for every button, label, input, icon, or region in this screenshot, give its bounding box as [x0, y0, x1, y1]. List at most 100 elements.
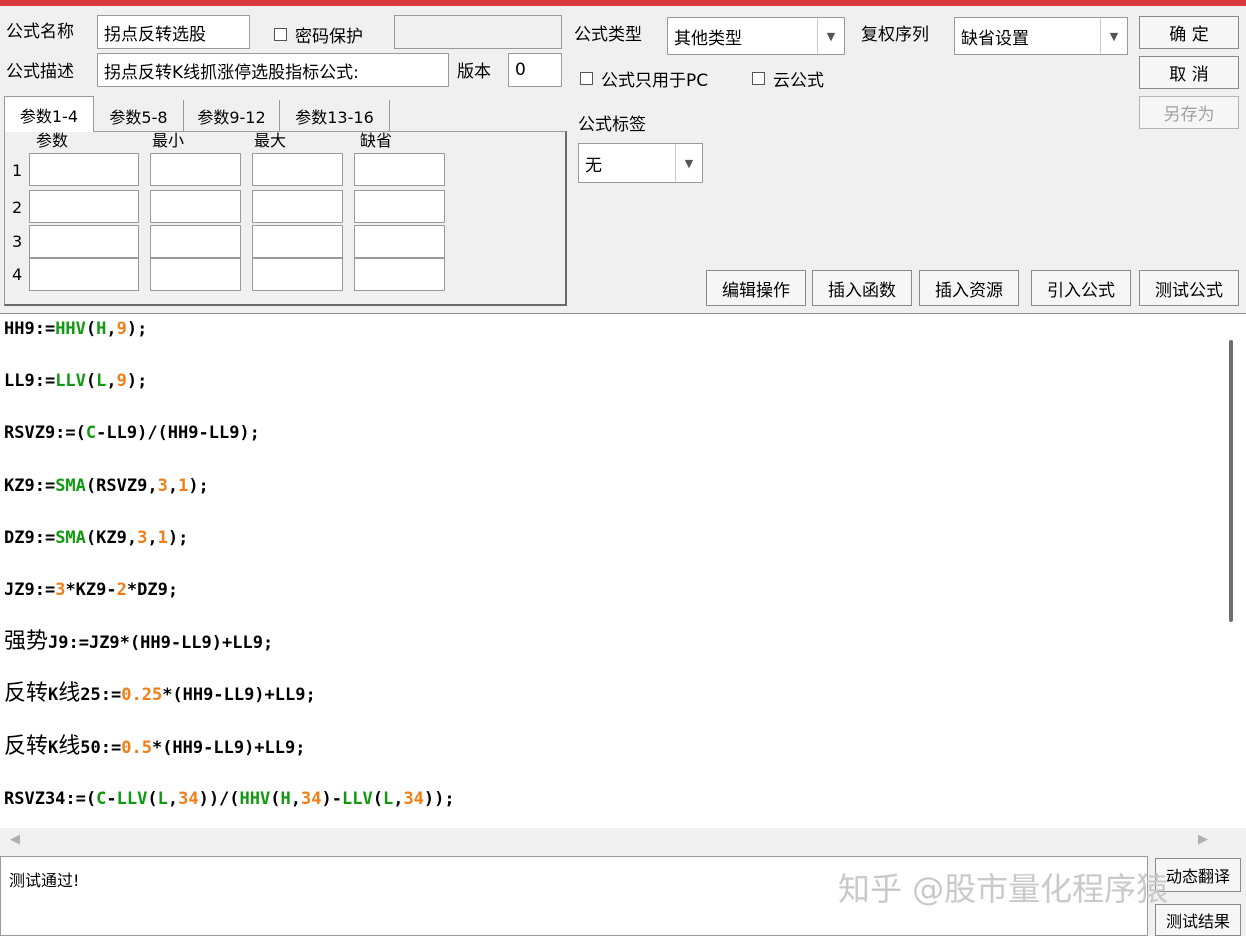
code-token: ))/(: [198, 788, 240, 809]
tab-params-5-8[interactable]: 参数5-8: [94, 100, 184, 132]
code-token: JZ9:=: [4, 580, 56, 600]
save-as-button[interactable]: 另存为: [1139, 96, 1239, 129]
param-col-name: 参数: [36, 131, 69, 150]
code-line: 强势J9:=JZ9*(HH9-LL9)+LL9;: [4, 627, 273, 657]
code-token: 1: [157, 527, 168, 548]
pc-only-checkbox[interactable]: 公式只用于PC: [580, 66, 708, 91]
code-line: JZ9:=3*KZ9-2*DZ9;: [4, 575, 178, 605]
formula-type-select[interactable]: 其他类型 ▼: [667, 17, 845, 55]
code-editor[interactable]: HH9:=HHV(H,9); LL9:=LLV(L,9); RSVZ9:=(C-LL…: [0, 313, 1246, 829]
cancel-button[interactable]: 取 消: [1139, 56, 1239, 89]
chevron-down-icon[interactable]: ▼: [817, 18, 844, 54]
tag-select[interactable]: 无 ▼: [578, 143, 703, 183]
watermark-text: 知乎 @股市量化程序猿: [838, 870, 1169, 908]
cloud-label: 云公式: [773, 71, 824, 91]
code-token: ,: [147, 527, 158, 548]
param-name-input[interactable]: [29, 225, 139, 258]
vertical-scrollbar[interactable]: [1229, 340, 1233, 622]
param-max-input[interactable]: [252, 153, 343, 186]
code-token: HHV: [55, 319, 86, 339]
code-token: 3: [157, 475, 168, 496]
version-input[interactable]: 0: [508, 53, 562, 87]
param-default-input[interactable]: [354, 258, 445, 291]
code-line: RSVZ34:=(C-LLV(L,34))/(HHV(H,34)-LLV(L,3…: [4, 784, 455, 814]
param-tabs: 参数1-4 参数5-8 参数9-12 参数13-16: [4, 96, 390, 132]
code-token: -: [106, 788, 117, 809]
code-line: LL9:=LLV(L,9);: [4, 366, 147, 396]
horizontal-scrollbar[interactable]: ◀ ▶: [0, 828, 1246, 854]
checkbox-box[interactable]: [274, 28, 287, 41]
param-min-input[interactable]: [150, 153, 241, 186]
param-col-default: 缺省: [360, 131, 393, 150]
code-token: ,: [167, 475, 179, 496]
param-default-input[interactable]: [354, 225, 445, 258]
param-max-input[interactable]: [252, 190, 343, 223]
code-token: (: [147, 788, 158, 809]
cloud-checkbox[interactable]: 云公式: [752, 66, 824, 91]
test-status-text: 测试通过!: [9, 871, 80, 890]
code-token: HHV: [239, 788, 271, 809]
formula-desc-label: 公式描述: [6, 62, 74, 82]
code-token: );: [167, 527, 189, 548]
edit-op-button[interactable]: 编辑操作: [706, 270, 806, 306]
code-token: );: [126, 371, 148, 392]
rights-select[interactable]: 缺省设置 ▼: [954, 17, 1128, 55]
code-token: J9:=JZ9*(HH9-LL9)+LL9;: [48, 633, 274, 654]
chevron-down-icon[interactable]: ▼: [675, 144, 702, 182]
code-token: (KZ9,: [85, 527, 138, 548]
param-name-input[interactable]: [29, 153, 139, 186]
code-token: (: [85, 319, 97, 339]
code-token: -LL9)/(HH9-LL9);: [96, 423, 260, 444]
param-min-input[interactable]: [150, 258, 241, 291]
password-input[interactable]: [394, 15, 562, 49]
param-max-input[interactable]: [252, 225, 343, 258]
scroll-right-icon[interactable]: ▶: [1198, 832, 1208, 847]
scroll-left-icon[interactable]: ◀: [10, 832, 20, 847]
ok-button[interactable]: 确 定: [1139, 16, 1239, 49]
code-token: (: [85, 371, 97, 392]
test-formula-button[interactable]: 测试公式: [1139, 270, 1239, 306]
formula-type-value: 其他类型: [674, 28, 742, 49]
password-checkbox[interactable]: 密码保护: [274, 22, 363, 47]
param-max-input[interactable]: [252, 258, 343, 291]
code-token: L: [382, 788, 394, 809]
chevron-down-icon[interactable]: ▼: [1100, 18, 1127, 54]
param-default-input[interactable]: [354, 153, 445, 186]
tab-params-13-16[interactable]: 参数13-16: [280, 100, 390, 132]
code-token: 线: [58, 733, 81, 759]
param-min-input[interactable]: [150, 225, 241, 258]
code-token: ,: [393, 788, 404, 809]
code-token: DZ9:=: [4, 527, 56, 548]
param-default-input[interactable]: [354, 190, 445, 223]
password-label: 密码保护: [295, 27, 363, 47]
checkbox-box[interactable]: [580, 72, 593, 85]
code-token: LL9:=: [4, 371, 56, 392]
code-line: HH9:=HHV(H,9);: [4, 314, 147, 344]
code-token: LLV: [116, 788, 148, 809]
insert-resource-button[interactable]: 插入资源: [919, 270, 1019, 306]
code-token: ,: [290, 788, 301, 809]
code-token: K: [48, 685, 59, 706]
formula-name-input[interactable]: 拐点反转选股: [97, 15, 250, 49]
param-row-label: 4: [12, 265, 23, 284]
tab-params-9-12[interactable]: 参数9-12: [184, 100, 280, 132]
param-name-input[interactable]: [29, 190, 139, 223]
formula-name-label: 公式名称: [6, 22, 74, 42]
code-token: 强势: [4, 629, 49, 655]
param-min-input[interactable]: [150, 190, 241, 223]
code-token: 2: [116, 580, 127, 600]
formula-desc-input[interactable]: 拐点反转K线抓涨停选股指标公式:: [97, 53, 449, 87]
code-token: C: [96, 788, 107, 809]
import-formula-button[interactable]: 引入公式: [1031, 270, 1131, 306]
tag-label: 公式标签: [578, 115, 646, 135]
param-name-input[interactable]: [29, 258, 139, 291]
insert-function-button[interactable]: 插入函数: [812, 270, 912, 306]
code-line: 反转K线25:=0.25*(HH9-LL9)+LL9;: [4, 679, 316, 709]
code-token: SMA: [55, 475, 86, 496]
code-token: ,: [106, 371, 117, 392]
checkbox-box[interactable]: [752, 72, 765, 85]
param-row-label: 3: [12, 232, 23, 251]
code-token: (: [372, 788, 383, 809]
tab-params-1-4[interactable]: 参数1-4: [4, 96, 94, 132]
code-token: 25:=: [80, 685, 122, 706]
